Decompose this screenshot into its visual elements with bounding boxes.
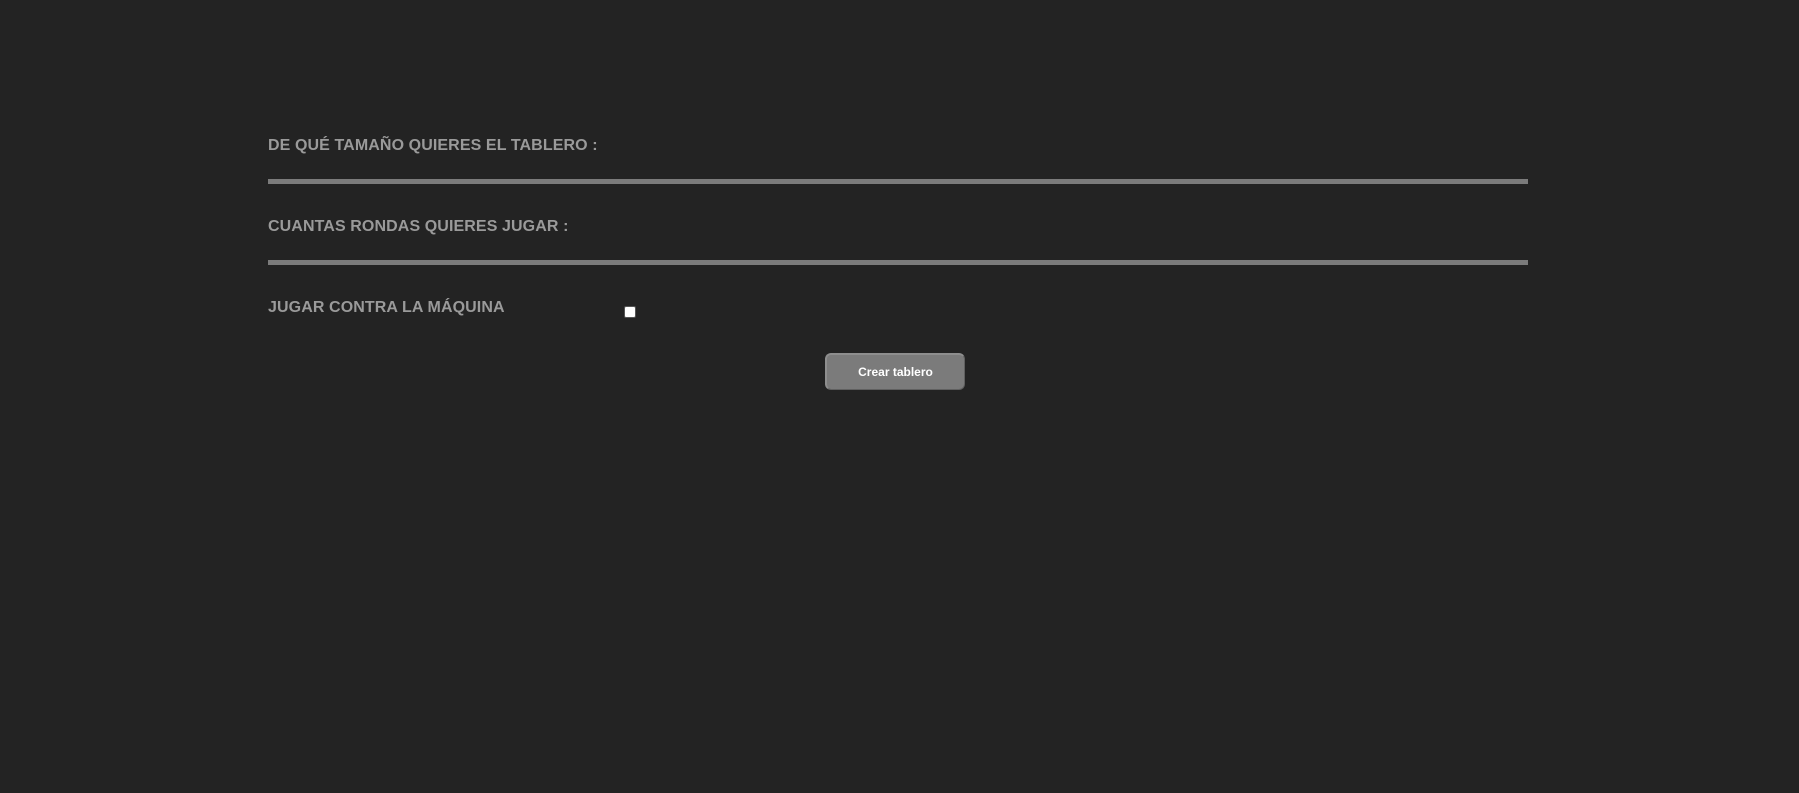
board-size-label: DE QUÉ TAMAÑO QUIERES EL TABLERO :: [268, 137, 598, 154]
rounds-label: CUANTAS RONDAS QUIERES JUGAR :: [268, 218, 569, 235]
rounds-input[interactable]: [268, 260, 1528, 265]
vs-machine-checkbox[interactable]: [624, 306, 636, 318]
vs-machine-label: JUGAR CONTRA LA MÁQUINA: [268, 299, 505, 316]
board-size-input[interactable]: [268, 179, 1528, 184]
create-board-button[interactable]: Crear tablero: [825, 353, 965, 390]
